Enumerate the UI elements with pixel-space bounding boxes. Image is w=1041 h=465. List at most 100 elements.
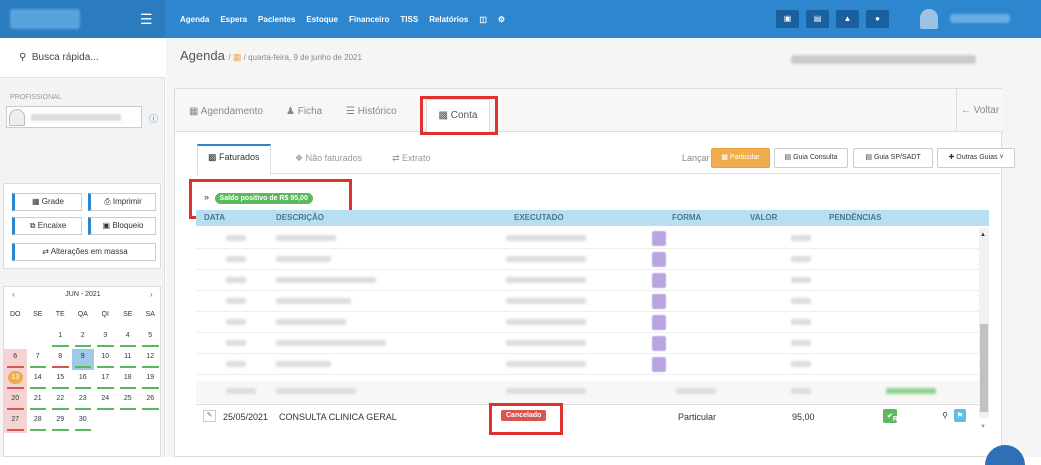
calendar-day[interactable]: 14 [27,370,50,391]
tab-faturados[interactable]: ▩ Faturados [197,144,271,175]
scroll-thumb[interactable] [980,324,988,412]
col-executado: EXECUTADO [514,213,564,222]
edit-icon[interactable]: ✎ [203,410,216,422]
imprimir-button[interactable]: ⎙ Imprimir [88,193,156,211]
table-row-cancelado[interactable]: ✎ 25/05/2021 CONSULTA CLINICA GERAL Canc… [196,404,979,430]
calendar-day[interactable]: 19 [139,370,162,391]
voltar-button[interactable]: ← Voltar [956,89,1003,132]
chat-icon[interactable]: ● [866,10,889,28]
calendar-day[interactable]: 18 [117,370,140,391]
breadcrumb-date: quarta-feira, 9 de junho de 2021 [248,53,362,62]
mini-calendar: ‹ JUN - 2021 › DO SE TE QA QI SE SA 1 2 … [3,286,161,457]
calendar-day[interactable]: 20 [4,391,27,412]
calendar-next-icon[interactable]: › [150,290,153,299]
table-row[interactable] [196,354,979,375]
row-date: 25/05/2021 [223,412,269,422]
particular-button[interactable]: ▩ Particular [711,148,770,168]
inbox-icon[interactable]: ▣ [776,10,799,28]
nav-tiss[interactable]: TISS [400,15,418,24]
agenda-actions-panel: ▦ Grade ⎙ Imprimir ⧉ Encaixe ▣ Bloqueio … [3,183,161,269]
guia-consulta-button[interactable]: ▤ Guia Consulta [774,148,848,168]
grade-button[interactable]: ▦ Grade [12,193,82,211]
nav-estoque[interactable]: Estoque [306,15,338,24]
tab-extrato[interactable]: ⇄ Extrato [392,153,431,164]
tab-historico[interactable]: ☰ Histórico [346,106,397,117]
tab-ficha[interactable]: ♟ Ficha [286,106,322,117]
calendar-day[interactable]: 25 [117,391,140,412]
calendar-day[interactable]: 3 [94,328,117,349]
calendar-day-empty [4,328,27,349]
table-row[interactable] [196,333,979,354]
table-row[interactable] [196,291,979,312]
user-avatar[interactable] [920,9,938,29]
user-menu[interactable] [950,14,1010,23]
weekday: SE [123,311,133,318]
scroll-up-icon[interactable]: ▲ [980,232,986,238]
tab-agendamento[interactable]: ▦ Agendamento [189,106,263,117]
outras-guias-dropdown[interactable]: ✚ Outras Guias ˅ [937,148,1015,168]
calendar-day-selected[interactable]: 9 [71,349,94,370]
tag-icon[interactable]: ⚑ [954,409,966,422]
calendar-day-today[interactable]: 13 [4,370,27,391]
nav-agenda[interactable]: Agenda [180,15,209,24]
database-icon[interactable]: ◫ [479,15,487,24]
calendar-day[interactable]: 30 [72,412,95,433]
calendar-day[interactable]: 27 [4,412,27,433]
info-icon[interactable]: ⓘ [149,112,158,125]
col-forma: FORMA [672,213,702,222]
table-row[interactable] [196,381,979,403]
bell-icon[interactable]: ▲ [836,10,859,28]
calendar-day[interactable]: 24 [94,391,117,412]
calendar-day[interactable]: 6 [4,349,27,370]
weekday: QI [101,311,109,318]
logo-area: ☰ [0,0,165,38]
calendar-day[interactable]: 22 [49,391,72,412]
calendar-grid: DO SE TE QA QI SE SA 1 2 3 4 5 6 7 8 9 1… [4,307,162,433]
pendencia-badge[interactable]: ✔ R$ 95,00 [883,409,910,430]
quick-search-label: Busca rápida... [31,52,99,63]
calendar-day[interactable]: 11 [117,349,140,370]
calendar-day[interactable]: 21 [27,391,50,412]
bloqueio-button[interactable]: ▣ Bloqueio [88,217,156,235]
table-row[interactable] [196,270,979,291]
conta-subtabs: ▩ Faturados ❖ Não faturados ⇄ Extrato La… [197,144,1015,175]
tab-nao-faturados[interactable]: ❖ Não faturados [295,153,362,164]
encaixe-button[interactable]: ⧉ Encaixe [12,217,82,235]
nav-espera[interactable]: Espera [220,15,247,24]
calendar-day[interactable]: 29 [49,412,72,433]
calendar-month: JUN - 2021 [65,291,101,298]
calendar-day[interactable]: 28 [27,412,50,433]
profissional-select[interactable] [6,106,142,128]
nav-financeiro[interactable]: Financeiro [349,15,389,24]
guia-sp-sadt-button[interactable]: ▤ Guia SP/SADT [853,148,933,168]
weekday: SE [33,311,43,318]
gear-icon[interactable]: ⚙ [498,15,505,24]
calendar-day[interactable]: 2 [72,328,95,349]
table-row[interactable] [196,228,979,249]
nav-pacientes[interactable]: Pacientes [258,15,295,24]
calendar-day[interactable]: 26 [139,391,162,412]
card-icon[interactable]: ▤ [806,10,829,28]
calendar-day[interactable]: 15 [49,370,72,391]
calendar-day[interactable]: 5 [139,328,162,349]
app-logo[interactable] [10,9,80,29]
table-scrollbar[interactable]: ▲ ▼ [979,228,989,430]
search-icon[interactable]: ⚲ [939,409,951,422]
calendar-day[interactable]: 10 [94,349,117,370]
calendar-day[interactable]: 12 [139,349,162,370]
calendar-day[interactable]: 7 [27,349,50,370]
nav-relatorios[interactable]: Relatórios [429,15,468,24]
calendar-day[interactable]: 4 [117,328,140,349]
calendar-day[interactable]: 1 [49,328,72,349]
table-row[interactable] [196,249,979,270]
quick-search[interactable]: ⚲ Busca rápida... [0,38,165,78]
calendar-day[interactable]: 8 [49,349,72,370]
weekday: DO [10,311,21,318]
table-row[interactable] [196,312,979,333]
calendar-day[interactable]: 16 [72,370,95,391]
calendar-day[interactable]: 17 [94,370,117,391]
scroll-down-icon[interactable]: ▼ [980,424,986,430]
alteracoes-em-massa-button[interactable]: ⇄ Alterações em massa [12,243,156,261]
menu-toggle-icon[interactable]: ☰ [140,11,153,28]
calendar-day[interactable]: 23 [72,391,95,412]
